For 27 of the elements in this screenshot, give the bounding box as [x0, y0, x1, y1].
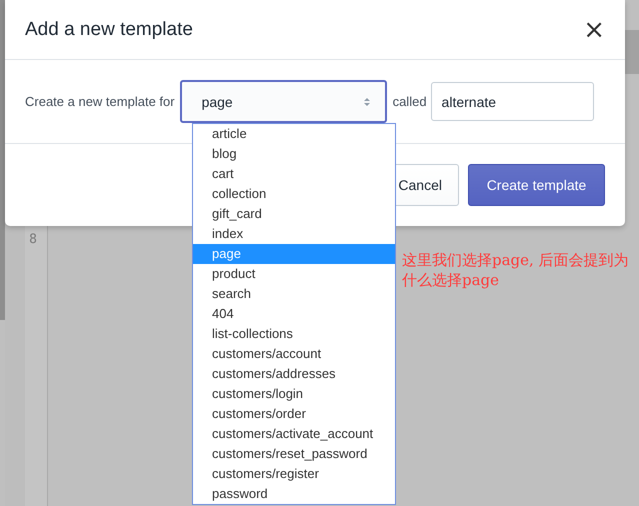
dropdown-option[interactable]: customers/reset_password — [193, 444, 395, 464]
dropdown-option[interactable]: customers/account — [193, 344, 395, 364]
dropdown-option[interactable]: index — [193, 224, 395, 244]
dropdown-option[interactable]: password — [193, 484, 395, 504]
dropdown-option[interactable]: customers/addresses — [193, 364, 395, 384]
dropdown-option[interactable]: customers/activate_account — [193, 424, 395, 444]
field-label: Create a new template for — [25, 94, 175, 109]
dropdown-option[interactable]: customers/order — [193, 404, 395, 424]
dropdown-option[interactable]: blog — [193, 144, 395, 164]
dropdown-option[interactable]: list-collections — [193, 324, 395, 344]
template-name-field[interactable]: alternate — [430, 82, 594, 121]
dropdown-option[interactable]: customers/login — [193, 384, 395, 404]
close-button[interactable]: × — [583, 16, 605, 42]
dropdown-option[interactable]: search — [193, 284, 395, 304]
dropdown-option[interactable]: gift_card — [193, 204, 395, 224]
field-label: called — [392, 94, 427, 109]
dropdown-option[interactable]: article — [193, 124, 395, 144]
dropdown-option[interactable]: product — [193, 264, 395, 284]
dropdown-option[interactable]: customers/register — [193, 464, 395, 484]
template-select[interactable]: page — [180, 80, 387, 123]
line-number: 8 — [28, 231, 38, 249]
annotation-note: 这里我们选择page, 后面会提到为什么选择page — [402, 250, 630, 290]
toolbar-background — [625, 30, 639, 74]
dropdown-option[interactable]: 404 — [193, 304, 395, 324]
dialog-title: Add a new template — [25, 18, 193, 40]
create-button[interactable]: Create template — [468, 164, 605, 206]
chevron-icon — [362, 96, 371, 108]
